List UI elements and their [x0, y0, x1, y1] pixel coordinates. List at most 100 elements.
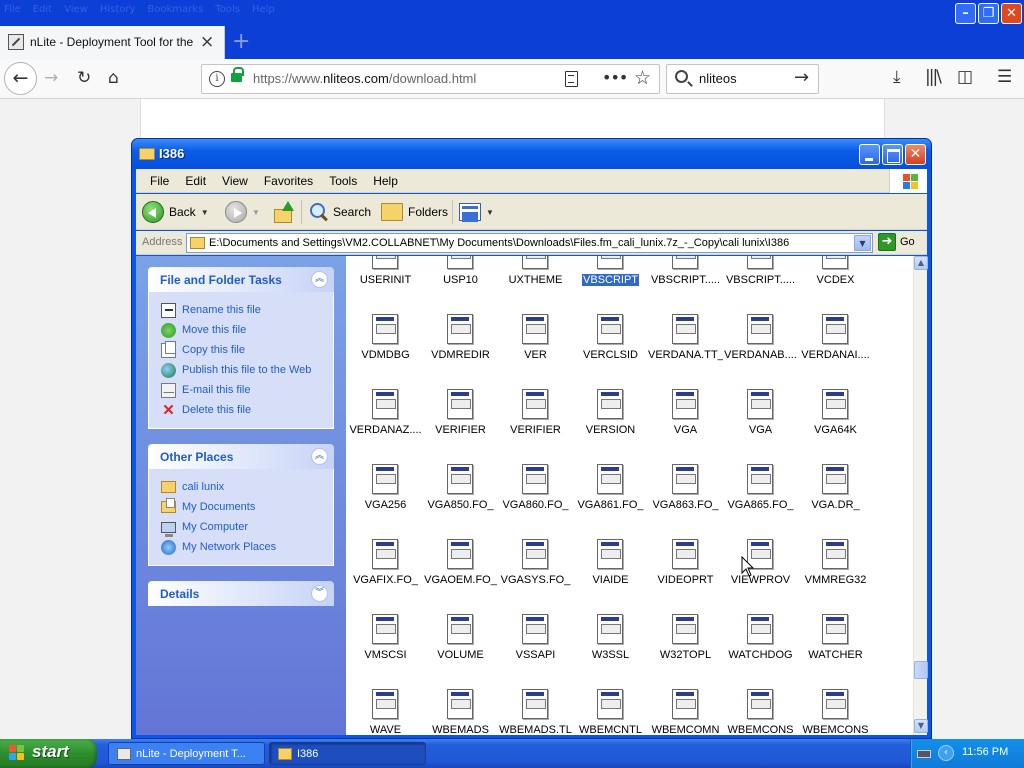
file-item[interactable]: VIEWPROV — [723, 539, 798, 614]
file-item[interactable]: VERSION — [573, 389, 648, 464]
menu-file[interactable]: File — [142, 174, 177, 188]
file-item[interactable]: VERDANAI.... — [798, 314, 873, 389]
clock[interactable]: 11:56 PM — [962, 746, 1008, 758]
sidebar-icon[interactable]: ◫ — [957, 67, 973, 87]
browser-menu-help[interactable]: Help — [252, 4, 275, 15]
file-item[interactable]: WBEMCONS — [798, 689, 873, 735]
file-item[interactable]: USERINIT — [348, 256, 423, 314]
task-item[interactable]: E-mail this file — [161, 380, 333, 400]
page-actions-icon[interactable]: ••• — [602, 68, 628, 87]
browser-menu-edit[interactable]: Edit — [33, 4, 52, 15]
place-item[interactable]: cali lunix — [161, 477, 333, 497]
forward-button[interactable]: → — [44, 68, 58, 88]
file-item[interactable]: VGA865.FO_ — [723, 464, 798, 539]
back-dropdown-icon[interactable]: ▼ — [201, 208, 209, 217]
library-icon[interactable]: |||\ — [925, 67, 942, 87]
file-item[interactable]: W3SSL — [573, 614, 648, 689]
file-item[interactable]: WBEMADS.TL — [498, 689, 573, 735]
info-icon[interactable]: i — [209, 71, 225, 87]
file-item[interactable]: VGA850.FO_ — [423, 464, 498, 539]
search-input[interactable]: nliteos — [699, 71, 737, 86]
scroll-down-icon[interactable]: ▼ — [914, 719, 928, 733]
url-bar[interactable]: i https://www.nliteos.com/download.html … — [201, 64, 660, 94]
task-item[interactable]: ✕ Delete this file — [161, 400, 333, 420]
file-item[interactable]: WBEMCONS — [723, 689, 798, 735]
file-item[interactable]: VGA64K — [798, 389, 873, 464]
file-item[interactable]: WATCHER — [798, 614, 873, 689]
file-item[interactable]: VERDANAZ.... — [348, 389, 423, 464]
task-item[interactable]: Copy this file — [161, 340, 333, 360]
address-input[interactable]: E:\Documents and Settings\VM2.COLLABNET\… — [209, 237, 789, 249]
downloads-icon[interactable]: ⤓ — [893, 67, 901, 87]
file-item[interactable]: WBEMCOMN — [648, 689, 723, 735]
tab-close-icon[interactable]: × — [200, 32, 214, 52]
new-tab-button[interactable]: + — [232, 29, 250, 54]
views-dropdown-icon[interactable]: ▼ — [486, 208, 494, 217]
file-item[interactable]: VIAIDE — [573, 539, 648, 614]
menu-edit[interactable]: Edit — [177, 174, 214, 188]
file-item[interactable]: VERDANAB.... — [723, 314, 798, 389]
file-item[interactable]: VDMREDIR — [423, 314, 498, 389]
browser-menu-bookmarks[interactable]: Bookmarks — [147, 4, 203, 15]
other-places-header[interactable]: Other Places ︽ — [148, 444, 334, 469]
task-item[interactable]: Rename this file — [161, 300, 333, 320]
expand-chevron-icon[interactable]: ︾ — [311, 585, 328, 602]
file-item[interactable]: VGA861.FO_ — [573, 464, 648, 539]
start-button[interactable]: start — [0, 739, 97, 768]
bookmark-star-icon[interactable]: ☆ — [634, 67, 651, 89]
file-item[interactable]: WBEMADS — [423, 689, 498, 735]
url-text[interactable]: https://www.nliteos.com/download.html — [253, 71, 476, 86]
file-item[interactable]: UXTHEME — [498, 256, 573, 314]
browser-tab[interactable]: nLite - Deployment Tool for the bo × — [0, 26, 225, 59]
file-item[interactable]: W32TOPL — [648, 614, 723, 689]
file-item[interactable]: VBSCRIPT..... — [723, 256, 798, 314]
up-folder-button[interactable] — [274, 198, 294, 226]
go-arrow-icon[interactable]: ➜ — [878, 233, 896, 251]
browser-menu-history[interactable]: History — [100, 4, 136, 15]
search-box[interactable]: nliteos → — [666, 64, 819, 94]
minimize-button[interactable] — [859, 144, 880, 165]
browser-menu-tools[interactable]: Tools — [215, 4, 240, 15]
file-item[interactable]: USP10 — [423, 256, 498, 314]
back-button[interactable]: ← — [4, 62, 37, 95]
file-item[interactable]: VGA — [648, 389, 723, 464]
place-item[interactable]: My Documents — [161, 497, 333, 517]
folders-button[interactable]: Folders — [381, 198, 448, 226]
scroll-up-icon[interactable]: ▲ — [914, 256, 928, 270]
file-item[interactable]: VGA.DR_ — [798, 464, 873, 539]
file-item[interactable]: VGASYS.FO_ — [498, 539, 573, 614]
taskbar-item-i386[interactable]: I386 — [269, 742, 426, 765]
file-item[interactable]: VBSCRIPT..... — [648, 256, 723, 314]
file-item[interactable]: WATCHDOG — [723, 614, 798, 689]
search-go-icon[interactable]: → — [794, 67, 809, 88]
place-item[interactable]: My Network Places — [161, 537, 333, 557]
file-item[interactable]: VERDANA.TT_ — [648, 314, 723, 389]
forward-button[interactable]: ▼ — [225, 198, 260, 226]
reload-button[interactable]: ↻ — [77, 68, 91, 88]
file-item[interactable]: VGA256 — [348, 464, 423, 539]
task-item[interactable]: Publish this file to the Web — [161, 360, 333, 380]
file-item[interactable]: VERIFIER — [423, 389, 498, 464]
search-button[interactable]: Search — [308, 198, 371, 226]
show-hidden-icons-icon[interactable]: ‹ — [938, 745, 954, 761]
menu-favorites[interactable]: Favorites — [256, 174, 321, 188]
menu-tools[interactable]: Tools — [321, 174, 365, 188]
browser-menu-file[interactable]: File — [4, 4, 21, 15]
file-item[interactable]: VGAOEM.FO_ — [423, 539, 498, 614]
file-item[interactable]: VMSCSI — [348, 614, 423, 689]
browser-minimize-button[interactable]: – — [955, 3, 976, 24]
file-item[interactable]: VOLUME — [423, 614, 498, 689]
task-item[interactable]: Move this file — [161, 320, 333, 340]
browser-close-button[interactable]: ✕ — [1001, 3, 1022, 24]
file-item[interactable]: VDMDBG — [348, 314, 423, 389]
file-item[interactable]: VGA860.FO_ — [498, 464, 573, 539]
details-header[interactable]: Details ︾ — [148, 581, 334, 606]
menu-help[interactable]: Help — [365, 174, 406, 188]
maximize-button[interactable] — [882, 144, 903, 165]
file-folder-tasks-header[interactable]: File and Folder Tasks ︽ — [148, 267, 334, 292]
file-item[interactable]: VERCLSID — [573, 314, 648, 389]
place-item[interactable]: My Computer — [161, 517, 333, 537]
file-item[interactable]: VIDEOPRT — [648, 539, 723, 614]
file-item[interactable]: WAVE — [348, 689, 423, 735]
file-item[interactable]: VER — [498, 314, 573, 389]
